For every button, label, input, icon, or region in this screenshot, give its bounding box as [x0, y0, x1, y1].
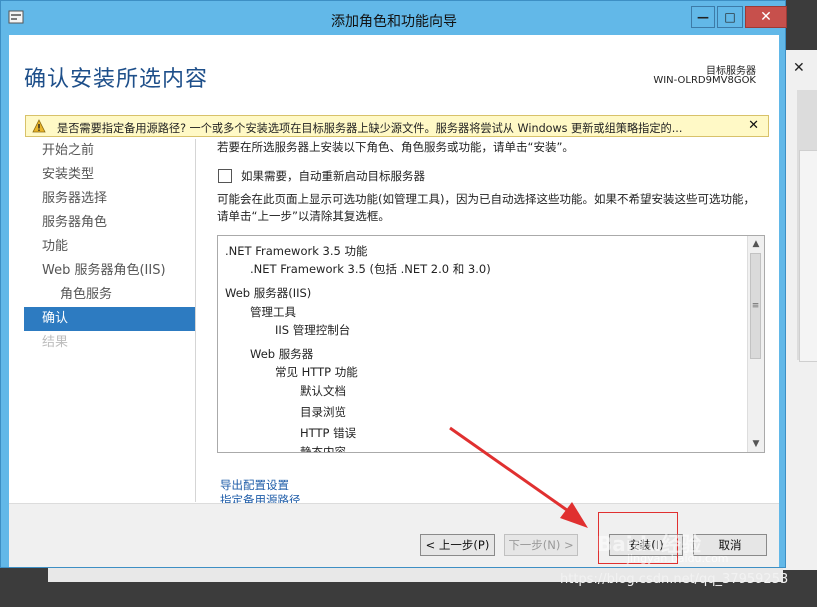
scroll-thumb[interactable]: ≡ [750, 253, 761, 359]
scroll-down-icon[interactable]: ▼ [748, 436, 764, 452]
title-bar[interactable]: 添加角色和功能向导 — □ ✕ [1, 1, 787, 35]
warning-text: 是否需要指定备用源路径? 一个或多个安装选项在目标服务器上缺少源文件。服务器将尝… [57, 122, 683, 135]
alternate-source-warning[interactable]: 是否需要指定备用源路径? 一个或多个安装选项在目标服务器上缺少源文件。服务器将尝… [25, 115, 769, 137]
nav-divider [195, 139, 196, 502]
feature-item: 管理工具 [250, 305, 296, 319]
nav-item-installation-type[interactable]: 安装类型 [24, 163, 196, 187]
scroll-up-icon[interactable]: ▲ [748, 236, 764, 252]
nav-item-server-roles[interactable]: 服务器角色 [24, 211, 196, 235]
nav-item-before-you-begin[interactable]: 开始之前 [24, 139, 196, 163]
page-title: 确认安装所选内容 [24, 67, 209, 92]
feature-item: 默认文档 [300, 384, 346, 398]
export-configuration-link[interactable]: 导出配置设置 [220, 477, 289, 493]
wizard-navigation: 开始之前 安装类型 服务器选择 服务器角色 功能 Web 服务器角色(IIS) … [24, 139, 196, 355]
warning-icon [32, 119, 46, 133]
maximize-button[interactable]: □ [717, 6, 743, 28]
nav-item-role-services[interactable]: 角色服务 [24, 283, 196, 307]
background-close-icon: ✕ [793, 60, 805, 76]
close-button[interactable]: ✕ [745, 6, 787, 28]
warning-close-icon[interactable]: ✕ [748, 118, 759, 133]
feature-item: 目录浏览 [300, 405, 346, 419]
intro-text: 若要在所选服务器上安装以下角色、角色服务或功能，请单击“安装”。 [217, 140, 574, 154]
nav-item-results: 结果 [42, 335, 69, 350]
baidu-url-watermark: jingyan.baidu.com [627, 552, 729, 565]
background-scrollbar [799, 150, 817, 362]
previous-button[interactable]: < 上一步(P) [420, 534, 495, 556]
restart-checkbox-label[interactable]: 如果需要，自动重新启动目标服务器 [241, 168, 425, 184]
feature-item: .NET Framework 3.5 (包括 .NET 2.0 和 3.0) [250, 262, 491, 276]
nav-item-server-selection[interactable]: 服务器选择 [24, 187, 196, 211]
feature-list-scrollbar[interactable]: ▲ ≡ ▼ [747, 236, 764, 452]
feature-item: Web 服务器(IIS) [225, 286, 312, 300]
feature-item: 静态内容 [300, 445, 346, 452]
blog-watermark: https://blog.csdn.net/qq_37959253 [560, 572, 789, 587]
feature-item: .NET Framework 3.5 功能 [225, 244, 368, 258]
minimize-button[interactable]: — [691, 6, 715, 28]
feature-item: 常见 HTTP 功能 [275, 365, 358, 379]
nav-item-web-server-role[interactable]: Web 服务器角色(IIS) [24, 259, 196, 283]
wizard-body: 确认安装所选内容 目标服务器 WIN-OLRD9MV8GOK 是否需要指定备用源… [9, 35, 779, 567]
nav-item-features[interactable]: 功能 [24, 235, 196, 259]
next-button: 下一步(N) > [504, 534, 578, 556]
feature-item: Web 服务器 [250, 347, 314, 361]
optional-features-note: 可能会在此页面上显示可选功能(如管理工具)，因为已自动选择这些功能。如果不希望安… [217, 192, 755, 223]
feature-item: HTTP 错误 [300, 426, 357, 440]
feature-list[interactable]: .NET Framework 3.5 功能 .NET Framework 3.5… [217, 235, 765, 453]
target-server-name: WIN-OLRD9MV8GOK [653, 75, 756, 86]
restart-checkbox[interactable] [218, 169, 232, 183]
wizard-dialog: 添加角色和功能向导 — □ ✕ 确认安装所选内容 目标服务器 WIN-OLRD9… [0, 0, 787, 568]
window-title: 添加角色和功能向导 [331, 14, 457, 30]
feature-item: IIS 管理控制台 [275, 323, 351, 337]
feature-list-items: .NET Framework 3.5 功能 .NET Framework 3.5… [218, 236, 748, 452]
nav-item-confirmation[interactable]: 确认 [24, 307, 196, 331]
